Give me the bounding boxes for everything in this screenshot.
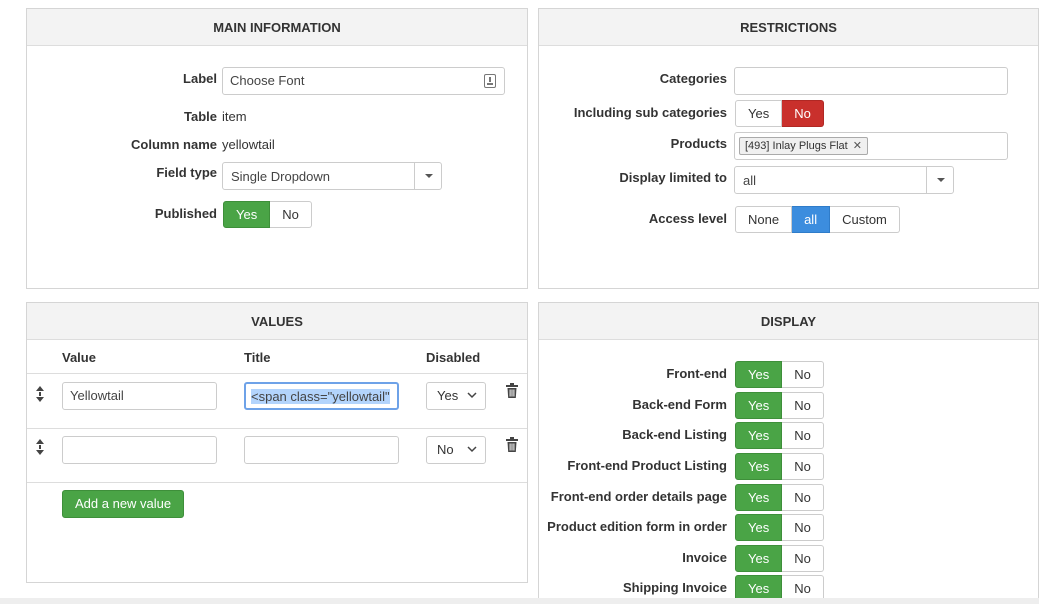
label-input[interactable]: Choose Font [222, 67, 505, 95]
main-information-title: MAIN INFORMATION [27, 9, 527, 46]
disabled-select[interactable]: Yes [426, 382, 486, 410]
display-option-toggle: Yes No [735, 453, 824, 480]
column-header-title: Title [244, 350, 271, 365]
chevron-down-icon [467, 446, 477, 453]
display-option-toggle: Yes No [735, 392, 824, 419]
display-no-button[interactable]: No [782, 514, 824, 541]
restrictions-panel: RESTRICTIONS Categories Including sub ca… [538, 8, 1039, 289]
display-no-button[interactable]: No [782, 422, 824, 449]
display-yes-button[interactable]: Yes [735, 361, 783, 388]
display-option-label: Front-end order details page [550, 489, 727, 504]
chevron-down-icon [926, 167, 953, 193]
field-type-value: Single Dropdown [231, 169, 331, 184]
display-option-label: Front-end Product Listing [567, 458, 727, 473]
published-yes-button[interactable]: Yes [223, 201, 271, 228]
chevron-down-icon [414, 163, 441, 189]
display-yes-button[interactable]: Yes [735, 514, 783, 541]
display-option-label: Invoice [682, 550, 727, 565]
field-type-label: Field type [156, 165, 217, 180]
published-label: Published [154, 206, 217, 221]
display-option-toggle: Yes No [735, 545, 824, 572]
title-input[interactable] [244, 436, 399, 464]
display-yes-button[interactable]: Yes [735, 484, 783, 511]
disabled-select-value: No [437, 442, 454, 457]
display-no-button[interactable]: No [782, 361, 824, 388]
display-title: DISPLAY [539, 303, 1038, 340]
categories-input[interactable] [734, 67, 1008, 95]
display-yes-button[interactable]: Yes [735, 392, 783, 419]
value-input[interactable] [62, 436, 217, 464]
chevron-down-icon [467, 392, 477, 399]
row-divider [27, 428, 527, 429]
drag-handle-icon[interactable] [35, 386, 45, 402]
display-limited-select[interactable]: all [734, 166, 954, 194]
display-yes-button[interactable]: Yes [735, 422, 783, 449]
row-divider [27, 482, 527, 483]
display-option-label: Back-end Listing [622, 427, 727, 442]
access-level-toggle: None all Custom [735, 206, 900, 233]
sub-categories-no-button[interactable]: No [782, 100, 824, 127]
display-option-label: Shipping Invoice [622, 580, 727, 595]
access-custom-button[interactable]: Custom [830, 206, 900, 233]
products-label: Products [670, 136, 727, 151]
remove-tag-icon[interactable]: ✕ [853, 140, 862, 152]
display-option-toggle: Yes No [735, 422, 824, 449]
column-header-value: Value [62, 350, 96, 365]
display-option-label: Front-end [666, 366, 727, 381]
sub-categories-yes-button[interactable]: Yes [735, 100, 783, 127]
products-input[interactable]: [493] Inlay Plugs Flat ✕ [734, 132, 1008, 160]
display-option-toggle: Yes No [735, 484, 824, 511]
display-yes-button[interactable]: Yes [735, 545, 783, 572]
display-option-toggle: Yes No [735, 361, 824, 388]
bottom-scroll-bar [0, 598, 1039, 604]
display-option-label: Product edition form in order [547, 519, 727, 534]
sub-categories-label: Including sub categories [573, 105, 727, 120]
published-toggle: Yes No [223, 201, 312, 228]
published-no-button[interactable]: No [270, 201, 312, 228]
column-name-value: yellowtail [222, 137, 275, 152]
value-input[interactable]: Yellowtail [62, 382, 217, 410]
display-limited-value: all [743, 173, 757, 188]
restrictions-title: RESTRICTIONS [539, 9, 1038, 46]
access-all-button[interactable]: all [792, 206, 831, 233]
display-limited-label: Display limited to [619, 170, 727, 185]
product-tag-label: [493] Inlay Plugs Flat [745, 140, 848, 152]
disabled-select-value: Yes [437, 388, 459, 403]
drag-handle-icon[interactable] [35, 439, 45, 455]
values-title: VALUES [27, 303, 527, 340]
column-name-label: Column name [131, 137, 217, 152]
field-translate-icon[interactable] [484, 74, 496, 88]
table-value: item [222, 109, 247, 124]
access-none-button[interactable]: None [735, 206, 793, 233]
table-label: Table [184, 109, 217, 124]
display-no-button[interactable]: No [782, 484, 824, 511]
sub-categories-toggle: Yes No [735, 100, 824, 127]
trash-icon[interactable] [506, 437, 518, 452]
display-no-button[interactable]: No [782, 545, 824, 572]
display-no-button[interactable]: No [782, 392, 824, 419]
categories-label: Categories [659, 71, 727, 86]
access-level-label: Access level [648, 211, 727, 226]
disabled-select[interactable]: No [426, 436, 486, 464]
title-input[interactable]: <span class="yellowtail" [244, 382, 399, 410]
trash-icon[interactable] [506, 383, 518, 398]
title-input-text: <span class="yellowtail" [251, 389, 390, 404]
value-input-text: Yellowtail [70, 388, 124, 403]
label-field-label: Label [183, 71, 217, 86]
display-no-button[interactable]: No [782, 453, 824, 480]
label-input-value: Choose Font [230, 73, 305, 88]
display-panel: DISPLAY Front-end Yes No Back-end Form Yes No… [538, 302, 1039, 604]
main-information-panel: MAIN INFORMATION Label Choose Font Table… [26, 8, 528, 289]
values-panel: VALUES Value Title Disabled Yellowtail <… [26, 302, 528, 583]
column-header-disabled: Disabled [426, 350, 481, 365]
display-option-toggle: Yes No [735, 514, 824, 541]
display-yes-button[interactable]: Yes [735, 453, 783, 480]
header-divider [27, 373, 527, 374]
add-value-button[interactable]: Add a new value [62, 490, 185, 518]
field-type-select[interactable]: Single Dropdown [222, 162, 442, 190]
product-tag: [493] Inlay Plugs Flat ✕ [739, 137, 868, 155]
display-option-label: Back-end Form [632, 397, 727, 412]
